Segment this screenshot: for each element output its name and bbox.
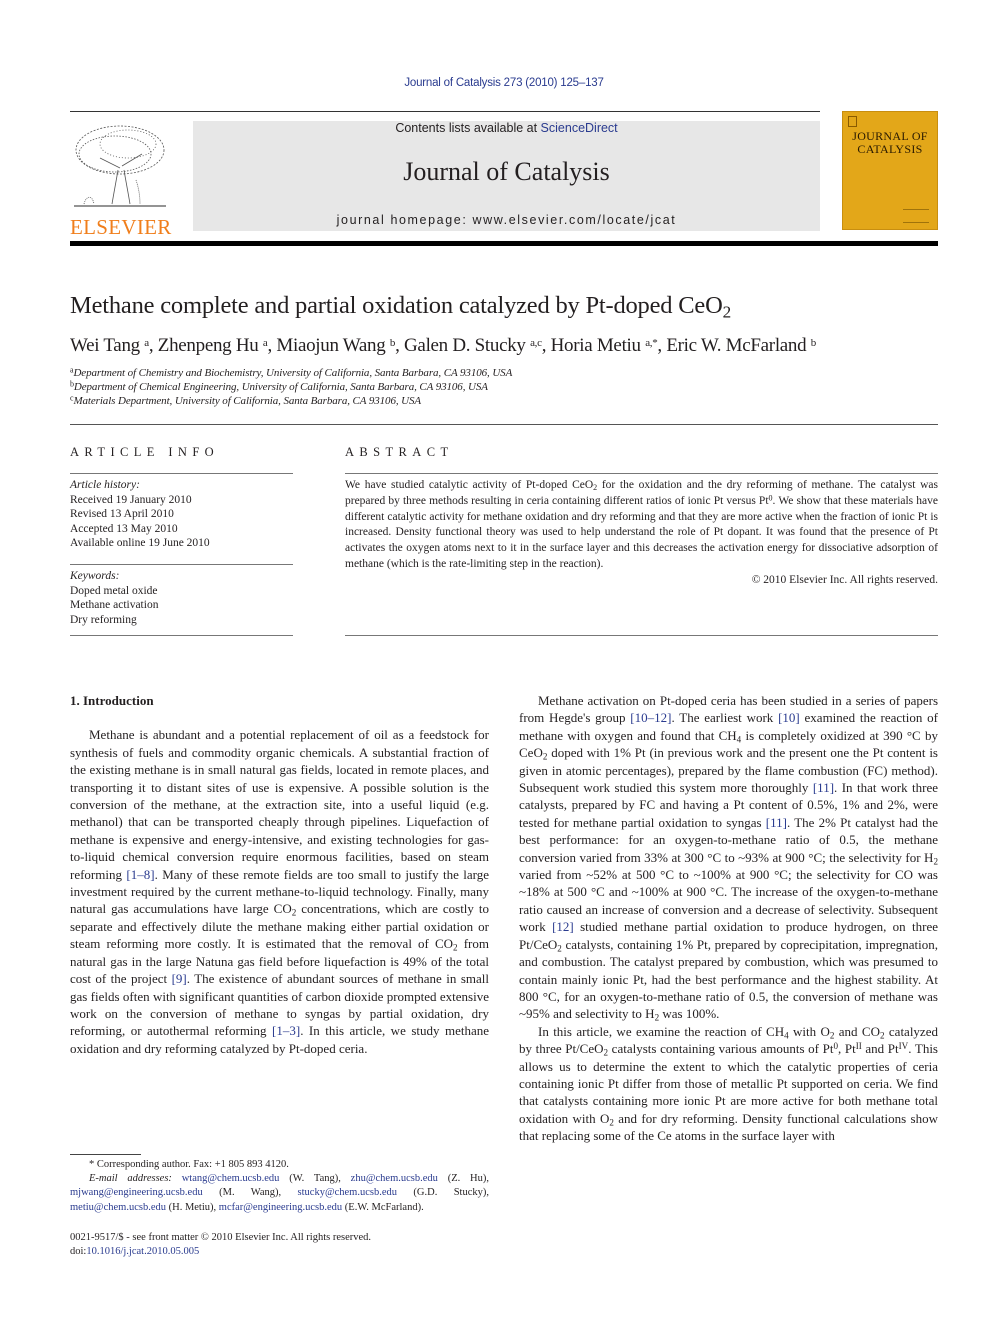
reference-link[interactable]: [10] [778,710,800,725]
footnote: * Corresponding author. Fax: +1 805 893 … [70,1158,489,1215]
author[interactable]: Galen D. Stucky a,c [404,335,542,356]
author[interactable]: Miaojun Wang b [276,335,395,356]
title-subscript: 2 [722,302,732,322]
header-thick-rule [70,241,938,246]
corresponding-author-note: * Corresponding author. Fax: +1 805 893 … [89,1159,289,1170]
journal-name: Journal of Catalysis [403,157,610,186]
cover-title-line2: CATALYSIS [857,142,923,156]
footnote-rule [70,1154,141,1155]
front-matter: 0021-9517/$ - see front matter © 2010 El… [70,1231,371,1259]
keyword: Dry reforming [70,613,137,626]
email-link[interactable]: mcfar@engineering.ucsb.edu [219,1202,342,1213]
homepage-prefix: journal homepage: [336,213,473,227]
history-item: Received 19 January 2010 [70,493,192,506]
contents-prefix: Contents lists available at [395,121,541,135]
body-column-right: Methane activation on Pt-doped ceria has… [519,692,938,1145]
reference-link[interactable]: [10–12] [630,710,671,725]
journal-masthead: Contents lists available at ScienceDirec… [193,121,820,231]
contents-availability: Contents lists available at ScienceDirec… [193,121,820,135]
email-link[interactable]: metiu@chem.ucsb.edu [70,1202,166,1213]
affiliation: bDepartment of Chemical Engineering, Uni… [70,379,488,393]
affiliation: cMaterials Department, University of Cal… [70,393,422,407]
email-link[interactable]: stucky@chem.ucsb.edu [298,1187,397,1198]
elsevier-tree-icon [74,125,166,207]
reference-link[interactable]: [12] [552,919,574,934]
email-link[interactable]: wtang@chem.ucsb.edu [182,1173,280,1184]
cover-title: JOURNAL OF CATALYSIS [843,130,937,156]
abstract-body: We have studied catalytic activity of Pt… [345,478,938,589]
title-text: Methane complete and partial oxidation c… [70,292,723,319]
article-title: Methane complete and partial oxidation c… [70,292,731,320]
homepage-url-link[interactable]: www.elsevier.com/locate/jcat [472,213,676,227]
history-label: Article history: [70,479,140,491]
abstract-text: We have studied catalytic activity of Pt… [345,479,938,570]
divider [70,473,293,474]
cover-elsevier-icon [848,116,857,127]
divider [70,564,293,565]
cover-sciencedirect-icon [903,209,929,223]
keywords-label: Keywords: [70,570,120,582]
author-list: Wei Tang a, Zhenpeng Hu a, Miaojun Wang … [70,335,816,356]
journal-citation-link[interactable]: Journal of Catalysis 273 (2010) 125–137 [0,77,992,89]
author[interactable]: Eric W. McFarland b [666,335,816,356]
header-rule [70,111,820,112]
doi-link[interactable]: 10.1016/j.jcat.2010.05.005 [86,1246,199,1257]
author[interactable]: Horia Metiu a,* [551,335,658,356]
abstract-copyright: © 2010 Elsevier Inc. All rights reserved… [751,573,938,586]
paragraph: Methane activation on Pt-doped ceria has… [519,693,938,1023]
body-column-left: 1. Introduction Methane is abundant and … [70,692,489,1057]
elsevier-wordmark: ELSEVIER [70,215,172,239]
divider [70,635,293,636]
email-link[interactable]: mjwang@engineering.ucsb.edu [70,1187,203,1198]
journal-cover-image[interactable]: JOURNAL OF CATALYSIS [842,111,938,230]
paragraph: In this article, we examine the reaction… [519,1023,938,1144]
reference-link[interactable]: [1–3] [272,1023,300,1038]
journal-homepage: journal homepage: www.elsevier.com/locat… [193,213,820,227]
divider [345,635,938,636]
history-item: Available online 19 June 2010 [70,537,210,549]
history-item: Revised 13 April 2010 [70,508,174,520]
reference-link[interactable]: [1–8] [126,867,154,882]
history-item: Accepted 13 May 2010 [70,522,178,535]
elsevier-logo[interactable]: ELSEVIER [70,120,172,238]
section-heading: 1. Introduction [70,693,154,708]
paragraph: Methane is abundant and a potential repl… [70,727,490,1056]
keyword: Methane activation [70,599,159,611]
doi-line: doi:10.1016/j.jcat.2010.05.005 [70,1246,200,1258]
reference-link[interactable]: [11] [813,780,834,795]
email-addresses: E-mail addresses: wtang@chem.ucsb.edu (W… [70,1173,490,1213]
keyword: Doped metal oxide [70,584,158,597]
author[interactable]: Zhenpeng Hu a [158,335,268,356]
article-info-heading: ARTICLE INFO [70,445,220,459]
issn-copyright: 0021-9517/$ - see front matter © 2010 El… [70,1232,372,1243]
keywords: Keywords: Doped metal oxide Methane acti… [70,569,158,627]
article-history: Article history: Received 19 January 201… [70,478,210,551]
divider [345,473,938,474]
sciencedirect-link[interactable]: ScienceDirect [541,121,618,135]
author[interactable]: Wei Tang a [70,335,149,356]
affiliation: aDepartment of Chemistry and Biochemistr… [70,365,513,379]
affiliation-rule [70,424,938,425]
email-link[interactable]: zhu@chem.ucsb.edu [351,1173,438,1184]
abstract-heading: ABSTRACT [345,445,454,459]
reference-link[interactable]: [9] [172,971,187,986]
reference-link[interactable]: [11] [766,815,787,830]
